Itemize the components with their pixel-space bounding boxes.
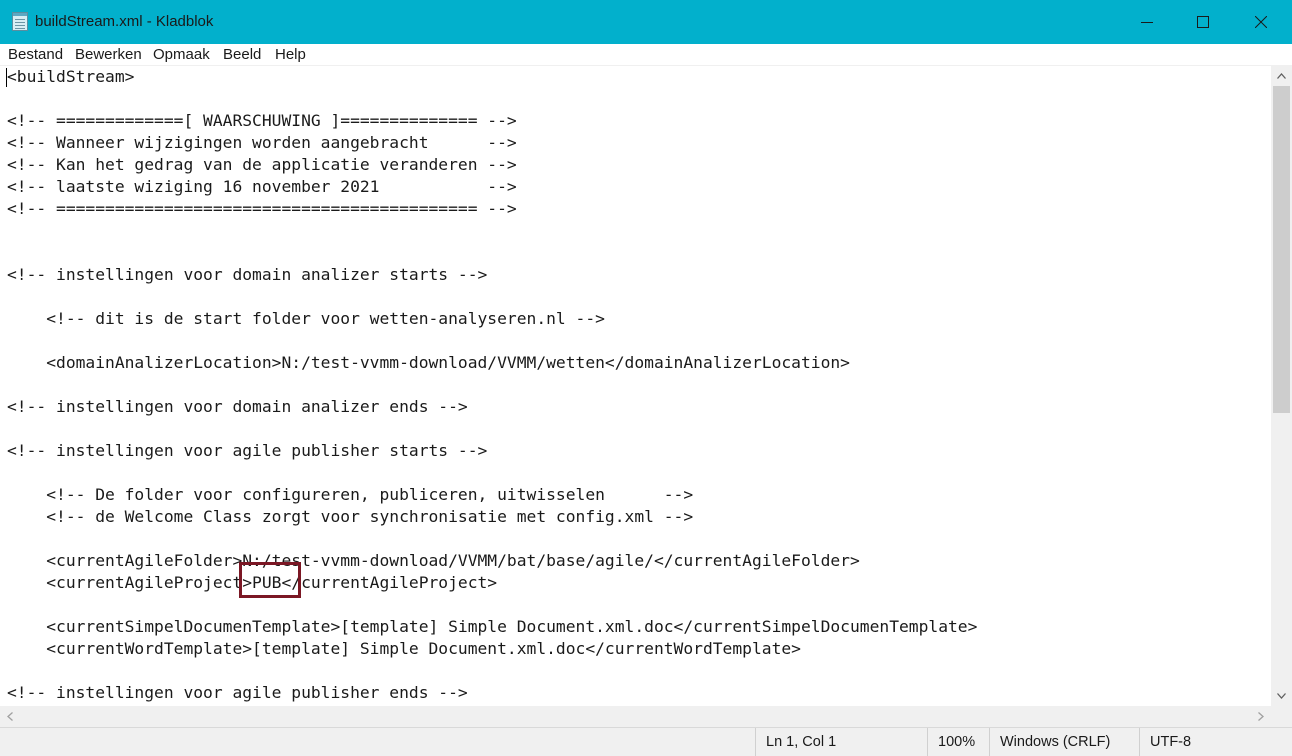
- editor-line: <!-- de Welcome Class zorgt voor synchro…: [7, 507, 694, 526]
- editor-line: <buildStream>: [7, 67, 135, 86]
- editor-line: <currentSimpelDocumenTemplate>[template]…: [7, 617, 978, 636]
- menu-bar: Bestand Bewerken Opmaak Beeld Help: [0, 44, 1292, 66]
- editor-line: <!-- Wanneer wijzigingen worden aangebra…: [7, 133, 517, 152]
- editor-line: <!-- instellingen voor domain analizer e…: [7, 397, 468, 416]
- menu-bestand[interactable]: Bestand: [8, 45, 63, 65]
- maximize-icon: [1197, 16, 1209, 28]
- chevron-up-icon: [1277, 73, 1286, 79]
- horizontal-scrollbar[interactable]: [0, 706, 1271, 727]
- editor-line: <!-- instellingen voor agile publisher s…: [7, 441, 488, 460]
- menu-opmaak[interactable]: Opmaak: [153, 45, 210, 65]
- editor-line: <!-- ===================================…: [7, 199, 517, 218]
- vertical-scroll-thumb[interactable]: [1273, 86, 1290, 413]
- text-editor[interactable]: <buildStream> <!-- =============[ WAARSCH…: [0, 66, 1271, 706]
- scroll-right-arrow[interactable]: [1251, 706, 1271, 727]
- vertical-scrollbar[interactable]: [1271, 66, 1292, 706]
- menu-beeld[interactable]: Beeld: [223, 45, 261, 65]
- minimize-button[interactable]: [1118, 0, 1176, 44]
- chevron-right-icon: [1258, 712, 1264, 721]
- scroll-left-arrow[interactable]: [0, 706, 20, 727]
- minimize-icon: [1141, 22, 1153, 23]
- status-bar: Ln 1, Col 1 100% Windows (CRLF) UTF-8: [0, 727, 1292, 756]
- scroll-up-arrow[interactable]: [1271, 66, 1292, 86]
- editor-line: <currentAgileFolder>N:/test-vvmm-downloa…: [7, 551, 860, 570]
- menu-help[interactable]: Help: [275, 45, 306, 65]
- zoom-level: 100%: [927, 728, 989, 756]
- cursor-position: Ln 1, Col 1: [755, 728, 927, 756]
- scrollbar-corner: [1271, 706, 1292, 727]
- line-ending: Windows (CRLF): [989, 728, 1139, 756]
- window-title: buildStream.xml - Kladblok: [35, 13, 214, 30]
- editor-line: <!-- =============[ WAARSCHUWING ]======…: [7, 111, 517, 130]
- chevron-left-icon: [7, 712, 13, 721]
- editor-line: <!-- De folder voor configureren, public…: [7, 485, 694, 504]
- editor-line: <!-- instellingen voor domain analizer s…: [7, 265, 488, 284]
- maximize-button[interactable]: [1174, 0, 1232, 44]
- chevron-down-icon: [1277, 693, 1286, 699]
- editor-line: <!-- laatste wiziging 16 november 2021 -…: [7, 177, 517, 196]
- close-icon: [1255, 16, 1267, 28]
- editor-line: <currentWordTemplate>[template] Simple D…: [7, 639, 801, 658]
- scroll-down-arrow[interactable]: [1271, 686, 1292, 706]
- editor-line: <currentAgileProject>PUB</currentAgilePr…: [7, 573, 498, 592]
- encoding: UTF-8: [1139, 728, 1292, 756]
- close-button[interactable]: [1232, 0, 1290, 44]
- editor-line: <!-- Kan het gedrag van de applicatie ve…: [7, 155, 517, 174]
- title-bar[interactable]: buildStream.xml - Kladblok: [0, 0, 1292, 44]
- editor-line: <!-- dit is de start folder voor wetten-…: [7, 309, 605, 328]
- editor-line: <domainAnalizerLocation>N:/test-vvmm-dow…: [7, 353, 850, 372]
- notepad-icon: [12, 12, 28, 31]
- editor-line: <!-- instellingen voor agile publisher e…: [7, 683, 468, 702]
- editor-content[interactable]: <buildStream> <!-- =============[ WAARSCH…: [7, 66, 977, 704]
- menu-bewerken[interactable]: Bewerken: [75, 45, 142, 65]
